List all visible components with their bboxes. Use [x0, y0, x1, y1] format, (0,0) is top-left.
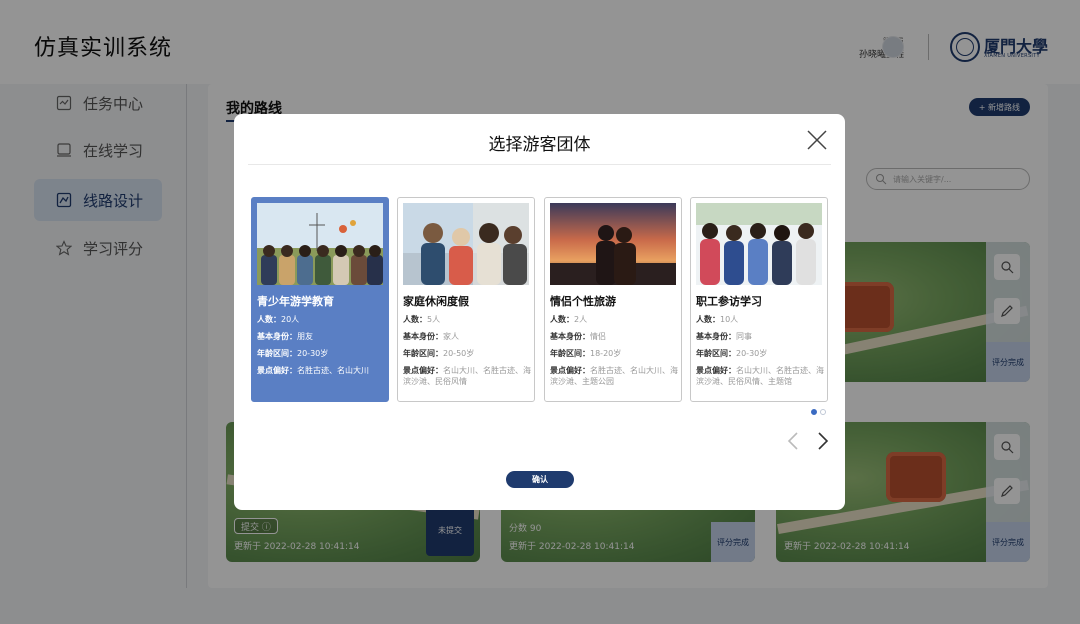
close-icon[interactable]	[805, 128, 829, 152]
group-identity: 基本身份：情侣	[550, 332, 606, 341]
group-count: 人数：10人	[696, 315, 739, 324]
dialog-title: 选择游客团体	[488, 135, 591, 155]
page-indicator	[811, 409, 826, 415]
group-preference: 景点偏好：名山大川、名胜古迹、海滨沙滩、民俗风情、主题馆	[696, 366, 824, 386]
group-count: 人数：5人	[403, 315, 441, 324]
group-age: 年龄区间：20-30岁	[257, 349, 329, 358]
chevron-left-icon[interactable]	[785, 431, 801, 451]
group-name: 家庭休闲度假	[403, 295, 469, 308]
group-card-staff[interactable]: 职工参访学习 人数：10人 基本身份：同事 年龄区间：20-30岁 景点偏好：名…	[690, 197, 828, 402]
group-photo	[403, 203, 529, 285]
select-group-dialog: 选择游客团体 青少年游学教育 人数：20人 基本身份：朋友 年龄区间：20-30…	[234, 114, 845, 510]
group-name: 青少年游学教育	[257, 295, 334, 308]
group-preference: 景点偏好：名胜古迹、名山大川	[257, 366, 369, 375]
group-card-teen-study[interactable]: 青少年游学教育 人数：20人 基本身份：朋友 年龄区间：20-30岁 景点偏好：…	[251, 197, 389, 402]
group-count: 人数：20人	[257, 315, 300, 324]
group-preference: 景点偏好：名胜古迹、名山大川、海滨沙滩、主题公园	[550, 366, 678, 386]
group-age: 年龄区间：18-20岁	[550, 349, 622, 358]
page-dot[interactable]	[811, 409, 817, 415]
group-photo	[257, 203, 383, 285]
chevron-right-icon[interactable]	[815, 431, 831, 451]
group-identity: 基本身份：同事	[696, 332, 752, 341]
group-identity: 基本身份：朋友	[257, 332, 313, 341]
group-photo	[550, 203, 676, 285]
page-dot[interactable]	[820, 409, 826, 415]
group-age: 年龄区间：20-30岁	[696, 349, 768, 358]
group-name: 情侣个性旅游	[550, 295, 616, 308]
group-identity: 基本身份：家人	[403, 332, 459, 341]
group-card-couple[interactable]: 情侣个性旅游 人数：2人 基本身份：情侣 年龄区间：18-20岁 景点偏好：名胜…	[544, 197, 682, 402]
confirm-button[interactable]: 确认	[506, 471, 574, 488]
group-photo	[696, 203, 822, 285]
group-age: 年龄区间：20-50岁	[403, 349, 475, 358]
group-preference: 景点偏好：名山大川、名胜古迹、海滨沙滩、民俗风情	[403, 366, 531, 386]
group-count: 人数：2人	[550, 315, 588, 324]
group-card-family[interactable]: 家庭休闲度假 人数：5人 基本身份：家人 年龄区间：20-50岁 景点偏好：名山…	[397, 197, 535, 402]
group-name: 职工参访学习	[696, 295, 762, 308]
dialog-divider	[248, 164, 831, 165]
